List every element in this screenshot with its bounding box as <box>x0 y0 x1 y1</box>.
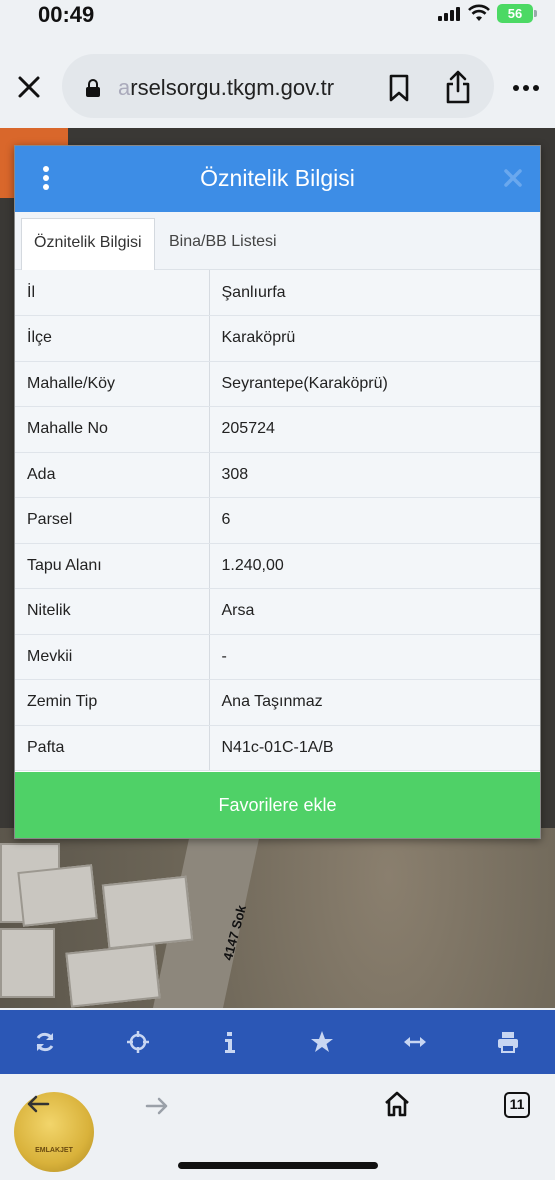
battery-icon: 56 <box>497 4 533 23</box>
attribute-key: Pafta <box>15 725 210 771</box>
star-icon[interactable] <box>310 1030 334 1054</box>
more-options-icon[interactable] <box>512 84 540 92</box>
map-building <box>0 928 55 998</box>
attribute-key: Tapu Alanı <box>15 543 210 589</box>
url-domain: rselsorgu.tkgm.gov.tr <box>130 75 335 100</box>
add-to-favorites-button[interactable]: Favorilere ekle <box>15 772 540 838</box>
home-indicator[interactable] <box>178 1162 378 1169</box>
attribute-table: İl Şanlıurfa İlçe Karaköprü Mahalle/Köy Seyra… <box>15 270 540 771</box>
url-text[interactable]: arselsorgu.tkgm.gov.tr <box>118 75 334 101</box>
attribute-value: Şanlıurfa <box>209 270 540 316</box>
attribute-key: Mevkii <box>15 634 210 680</box>
attribute-key: Ada <box>15 452 210 498</box>
close-icon[interactable] <box>16 74 42 100</box>
crosshair-icon[interactable] <box>126 1030 150 1054</box>
close-icon[interactable] <box>503 168 523 188</box>
attribute-value: - <box>209 634 540 680</box>
status-bar: 00:49 56 <box>0 0 555 36</box>
table-row: Mevkii - <box>15 634 540 680</box>
map-building <box>17 864 98 927</box>
map-building <box>65 943 161 1008</box>
measure-icon[interactable] <box>403 1030 427 1054</box>
home-icon[interactable] <box>383 1090 411 1118</box>
attribute-value: Seyrantepe(Karaköprü) <box>209 361 540 407</box>
attribute-value: Ana Taşınmaz <box>209 679 540 726</box>
map-building <box>101 875 194 950</box>
attribute-value: 1.240,00 <box>209 543 540 589</box>
table-row: Zemin Tip Ana Taşınmaz <box>15 679 540 726</box>
table-row: Pafta N41c-01C-1A/B <box>15 725 540 771</box>
table-row: Ada 308 <box>15 452 540 498</box>
dialog-tabs: Öznitelik Bilgisi Bina/BB Listesi <box>15 212 540 270</box>
attribute-value: Karaköprü <box>209 315 540 362</box>
refresh-icon[interactable] <box>33 1030 57 1054</box>
url-faded-prefix: a <box>118 75 131 100</box>
forward-arrow-icon[interactable] <box>145 1096 169 1116</box>
table-row: İlçe Karaköprü <box>15 315 540 362</box>
table-row: Nitelik Arsa <box>15 588 540 635</box>
table-row: Parsel 6 <box>15 497 540 544</box>
back-arrow-icon[interactable] <box>26 1094 50 1114</box>
logo-text: EMLAKJET <box>35 1147 73 1154</box>
attribute-key: Zemin Tip <box>15 679 210 726</box>
table-row: İl Şanlıurfa <box>15 270 540 316</box>
tab-attribute-info[interactable]: Öznitelik Bilgisi <box>21 218 155 270</box>
browser-bottom-bar: EMLAKJET 11 <box>0 1074 555 1180</box>
attribute-key: İl <box>15 270 210 316</box>
attribute-key: İlçe <box>15 315 210 362</box>
share-icon[interactable] <box>445 70 471 104</box>
dialog-title: Öznitelik Bilgisi <box>200 165 355 191</box>
map-toolbar <box>0 1010 555 1074</box>
attribute-key: Mahalle/Köy <box>15 361 210 407</box>
tab-building-list[interactable]: Bina/BB Listesi <box>157 218 289 270</box>
browser-address-row: arselsorgu.tkgm.gov.tr <box>0 48 555 128</box>
wifi-icon <box>468 4 490 21</box>
attribute-key: Parsel <box>15 497 210 544</box>
print-icon[interactable] <box>496 1030 520 1054</box>
table-row: Tapu Alanı 1.240,00 <box>15 543 540 589</box>
attribute-value: 308 <box>209 452 540 498</box>
attribute-info-dialog: Öznitelik Bilgisi Öznitelik Bilgisi Bina… <box>14 145 541 839</box>
attribute-value: Arsa <box>209 588 540 635</box>
attribute-key: Mahalle No <box>15 406 210 453</box>
attribute-key: Nitelik <box>15 588 210 635</box>
battery-tip <box>534 10 537 17</box>
attribute-value: 6 <box>209 497 540 544</box>
cellular-signal-icon <box>438 7 460 21</box>
bookmark-icon[interactable] <box>388 74 410 102</box>
clock: 00:49 <box>38 2 95 27</box>
lock-icon <box>86 79 100 97</box>
table-row: Mahalle/Köy Seyrantepe(Karaköprü) <box>15 361 540 407</box>
attribute-value: 205724 <box>209 406 540 453</box>
table-row: Mahalle No 205724 <box>15 406 540 453</box>
dialog-header: Öznitelik Bilgisi <box>15 146 540 212</box>
info-icon[interactable] <box>218 1030 242 1054</box>
attribute-value: N41c-01C-1A/B <box>209 725 540 771</box>
tabs-count-button[interactable]: 11 <box>504 1092 530 1118</box>
